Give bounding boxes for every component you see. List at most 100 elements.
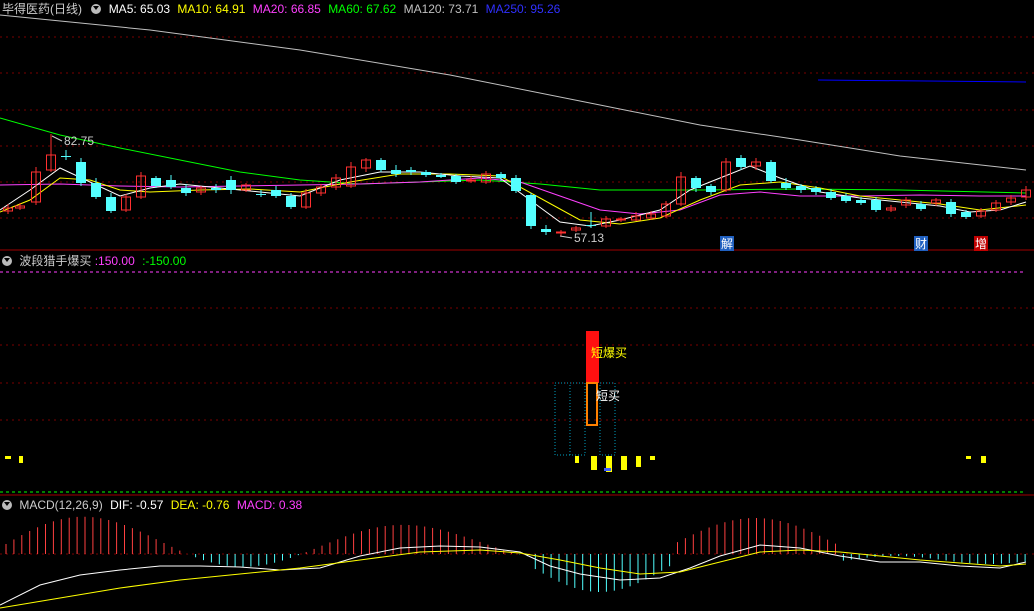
candle [166, 175, 176, 189]
candle-body [286, 196, 296, 207]
candle-body [106, 197, 116, 211]
low-price-label: 57.13 [574, 231, 604, 245]
candle-body [151, 178, 161, 186]
indicator-title[interactable]: 波段猎手爆买 [19, 254, 91, 268]
event-marker[interactable]: 财 [914, 236, 928, 251]
candle [3, 204, 13, 214]
candle-body [691, 178, 701, 188]
candle [586, 212, 596, 228]
signal-box [569, 382, 586, 456]
candle-body [826, 192, 836, 198]
candle-body [181, 188, 191, 193]
ma120-label: MA120: 73.71 [403, 2, 479, 16]
ma120-line [0, 14, 1027, 171]
candle [376, 158, 386, 172]
candle [661, 201, 671, 218]
candle-body [226, 180, 236, 190]
candle-body [211, 188, 221, 190]
macd-title[interactable]: MACD(12,26,9) [19, 498, 102, 512]
dropdown-icon[interactable] [2, 256, 12, 266]
ma20-label: MA20: 66.85 [252, 2, 321, 16]
candle-body [421, 172, 431, 175]
candle-body [706, 186, 716, 192]
candle-body [91, 183, 101, 197]
dropdown-icon[interactable] [2, 500, 12, 510]
event-marker[interactable]: 增 [974, 236, 988, 251]
signal-tick [981, 456, 986, 463]
event-marker[interactable]: 解 [720, 236, 734, 251]
ma250-label: MA250: 95.26 [485, 2, 561, 16]
candle [211, 184, 221, 193]
candle-body [616, 218, 626, 221]
signal-tick [621, 456, 627, 470]
macd-dea: DEA: -0.76 [170, 498, 230, 512]
candle [226, 176, 236, 194]
candle-body [736, 158, 746, 167]
candle [31, 167, 41, 205]
indicator-panel-header: 波段猎手爆买 :150.00 :-150.00 [0, 253, 190, 269]
candle-body [436, 175, 446, 177]
macd-dea-line [0, 549, 1027, 609]
candle-body [856, 200, 866, 203]
macd-value: MACD: 0.38 [236, 498, 303, 512]
candle-body [961, 212, 971, 217]
signal-tick [966, 456, 971, 459]
candle [751, 158, 761, 170]
indicator-bars [5, 331, 986, 472]
candle-body [871, 200, 881, 210]
candle [946, 199, 956, 217]
candle-body [526, 195, 536, 226]
signal-tick [575, 456, 579, 463]
macd-panel-header: MACD(12,26,9) DIF: -0.57 DEA: -0.76 MACD… [0, 497, 306, 513]
candle [46, 134, 56, 172]
indicator-value-1: :150.00 [94, 254, 135, 268]
candle [676, 172, 686, 206]
candle-body [586, 225, 596, 226]
candle [181, 184, 191, 196]
high-price-pointer [51, 135, 63, 142]
indicator-value-2: :-150.00 [142, 254, 187, 268]
candle-body [841, 196, 851, 201]
stock-title[interactable]: 毕得医药(日线) [2, 2, 82, 16]
candle-body [391, 170, 401, 174]
candle-body [496, 174, 506, 178]
macd-histogram [0, 516, 1027, 609]
candle [556, 230, 566, 236]
low-price-pointer [559, 235, 573, 239]
candle [361, 158, 371, 172]
signal-strong-label: 短爆买 [591, 346, 627, 360]
candle-body [916, 204, 926, 209]
high-price-label: 82.75 [64, 134, 94, 148]
candle-body [946, 202, 956, 214]
signal-tick [650, 456, 655, 460]
candle-body [166, 180, 176, 187]
chart-canvas[interactable]: 解 财 增 82.75 57.13 短爆买 短买 [0, 0, 1034, 611]
candle [256, 190, 266, 197]
moving-average-lines [0, 14, 1027, 227]
candle [706, 184, 716, 195]
event-marker-label: 增 [975, 237, 987, 251]
candle-body [256, 194, 266, 195]
panel-separators [0, 249, 1034, 496]
candle [76, 158, 86, 186]
candle [781, 178, 791, 190]
candle [541, 225, 551, 235]
candle [61, 150, 71, 160]
candle-body [541, 229, 551, 232]
candle [316, 184, 326, 196]
candle-body [76, 162, 86, 183]
candle [121, 194, 131, 212]
event-marker-label: 财 [915, 237, 927, 251]
candle [511, 175, 521, 193]
ma60-label: MA60: 67.62 [328, 2, 397, 16]
main-panel-header: 毕得医药(日线) MA5: 65.03 MA10: 64.91 MA20: 66… [0, 1, 564, 17]
candle-body [376, 160, 386, 170]
dropdown-icon[interactable] [91, 4, 102, 14]
candle [886, 205, 896, 212]
event-markers[interactable]: 解财增 [720, 236, 988, 251]
candle [766, 160, 776, 183]
candle [961, 210, 971, 219]
candlesticks[interactable] [3, 134, 1031, 236]
candle-body [406, 170, 416, 172]
candle-body [781, 183, 791, 188]
